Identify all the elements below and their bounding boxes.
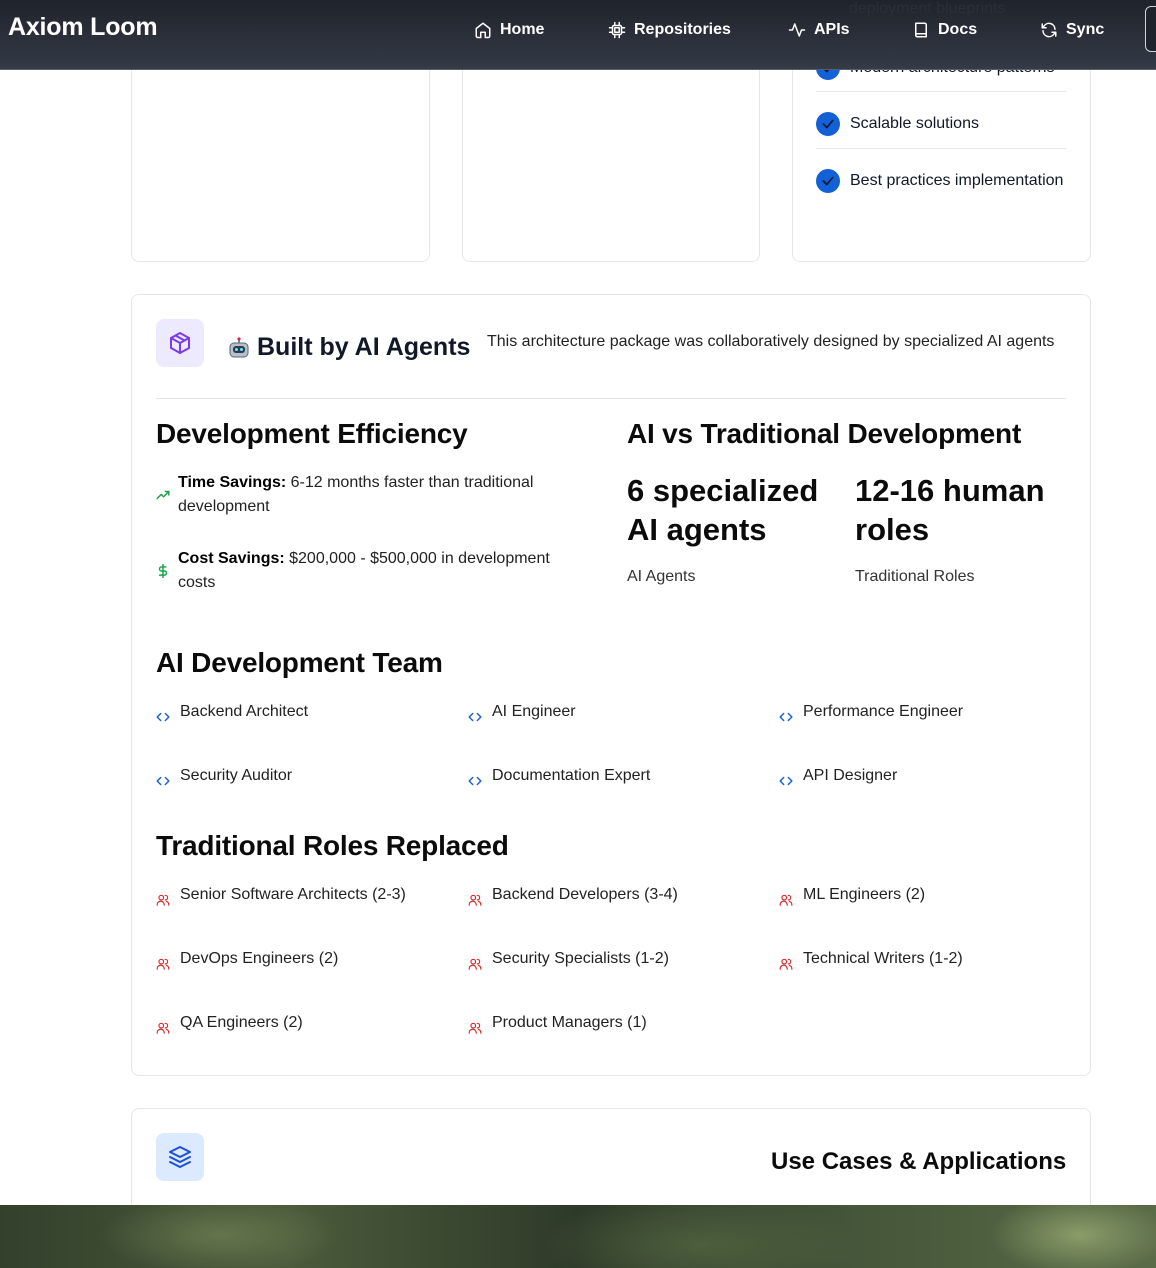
code-icon (156, 776, 170, 786)
team-member: AI Engineer (468, 702, 576, 724)
layers-icon-tile (156, 1133, 204, 1181)
nav-sync-label: Sync (1066, 21, 1105, 38)
benefit-label: Best practices implementation (850, 172, 1064, 189)
users-icon (156, 894, 170, 906)
replaced-role-label: Technical Writers (1-2) (803, 950, 963, 967)
ai-agents-caption: AI Agents (627, 568, 696, 585)
users-icon (156, 1022, 170, 1034)
use-cases-title: Use Cases & Applications (771, 1148, 1067, 1175)
users-icon (468, 958, 482, 970)
users-icon (779, 958, 793, 970)
code-icon (779, 712, 793, 722)
team-heading: AI Development Team (156, 647, 443, 678)
team-member: API Designer (779, 766, 897, 788)
replaced-role-label: ML Engineers (2) (803, 886, 926, 903)
cost-savings: Cost Savings: $200,000 - $500,000 in dev… (156, 547, 576, 595)
team-member: Security Auditor (156, 766, 292, 788)
check-icon (816, 169, 840, 193)
benefit-item: Best practices implementation (816, 169, 1066, 193)
nav-docs[interactable]: Docs (912, 19, 977, 41)
activity-icon (788, 23, 806, 37)
human-roles-caption: Traditional Roles (855, 568, 975, 585)
nav-sync[interactable]: Sync (1040, 19, 1104, 41)
code-icon (779, 776, 793, 786)
efficiency-heading: Development Efficiency (156, 418, 468, 449)
users-icon (779, 894, 793, 906)
nav-apis[interactable]: APIs (788, 19, 850, 41)
nav-home[interactable]: Home (474, 19, 544, 41)
replaced-role: Technical Writers (1-2) (779, 949, 963, 971)
replaced-role: DevOps Engineers (2) (156, 949, 338, 971)
team-member-label: Security Auditor (180, 767, 293, 784)
footer-background-image (0, 1205, 1156, 1268)
nav-overflow-button[interactable] (1145, 6, 1156, 52)
top-navigation: deployment blueprints Axiom Loom Home Re… (0, 0, 1156, 70)
cost-savings-label: Cost Savings: (178, 550, 285, 567)
replaced-role-label: Backend Developers (3-4) (492, 886, 678, 903)
replaced-role: Backend Developers (3-4) (468, 885, 678, 907)
ai-agents-title: Built by AI Agents (227, 333, 470, 362)
benefit-item: Scalable solutions (816, 112, 1066, 136)
brand-logo[interactable]: Axiom Loom (8, 13, 158, 42)
replaced-role-label: Product Managers (1) (492, 1014, 647, 1031)
nav-apis-label: APIs (814, 21, 850, 38)
ai-agents-title-text: Built by AI Agents (257, 333, 471, 361)
replaced-role-label: Senior Software Architects (2-3) (180, 886, 406, 903)
home-icon (475, 22, 491, 39)
benefit-label: Scalable solutions (850, 115, 979, 132)
nav-home-label: Home (500, 21, 545, 38)
nav-repositories-label: Repositories (634, 21, 731, 38)
robot-icon (227, 336, 251, 359)
users-icon (156, 958, 170, 970)
trending-up-icon (156, 490, 170, 500)
team-member: Backend Architect (156, 702, 308, 724)
divider (816, 91, 1066, 92)
ai-agents-subtitle: This architecture package was collaborat… (487, 333, 1055, 350)
replaced-role-label: DevOps Engineers (2) (180, 950, 339, 967)
dollar-icon (158, 564, 168, 578)
team-member-label: Backend Architect (180, 703, 309, 720)
divider (816, 148, 1066, 149)
refresh-icon (1041, 22, 1057, 38)
package-icon-tile (156, 319, 204, 367)
human-roles-count: 12-16 human roles (855, 473, 1045, 547)
team-member-label: Performance Engineer (803, 703, 964, 720)
replaced-role: QA Engineers (2) (156, 1013, 303, 1035)
nav-repositories[interactable]: Repositories (608, 19, 731, 41)
check-icon (816, 112, 840, 136)
team-member-label: Documentation Expert (492, 767, 651, 784)
chip-icon (608, 21, 626, 39)
code-icon (468, 712, 482, 722)
replaced-role: ML Engineers (2) (779, 885, 925, 907)
ghost-text: deployment blueprints (849, 0, 1006, 17)
nav-docs-label: Docs (938, 21, 978, 38)
comparison-heading: AI vs Traditional Development (627, 418, 1022, 449)
code-icon (468, 776, 482, 786)
replaced-role: Senior Software Architects (2-3) (156, 885, 406, 907)
replaced-role-label: Security Specialists (1-2) (492, 950, 669, 967)
replaced-heading: Traditional Roles Replaced (156, 830, 509, 861)
layers-icon (169, 1146, 191, 1168)
ai-agents-count: 6 specialized AI agents (627, 473, 819, 547)
package-icon (170, 332, 190, 354)
replaced-role: Security Specialists (1-2) (468, 949, 669, 971)
users-icon (468, 894, 482, 906)
time-savings: Time Savings: 6-12 months faster than tr… (156, 471, 576, 519)
replaced-role: Product Managers (1) (468, 1013, 647, 1035)
users-icon (468, 1022, 482, 1034)
time-savings-label: Time Savings: (178, 474, 287, 491)
team-member-label: API Designer (803, 767, 898, 784)
code-icon (156, 712, 170, 722)
section-divider (156, 398, 1066, 399)
replaced-role-label: QA Engineers (2) (180, 1014, 303, 1031)
team-member-label: AI Engineer (492, 703, 576, 720)
team-member: Performance Engineer (779, 702, 963, 724)
team-member: Documentation Expert (468, 766, 650, 788)
book-icon (915, 22, 927, 38)
